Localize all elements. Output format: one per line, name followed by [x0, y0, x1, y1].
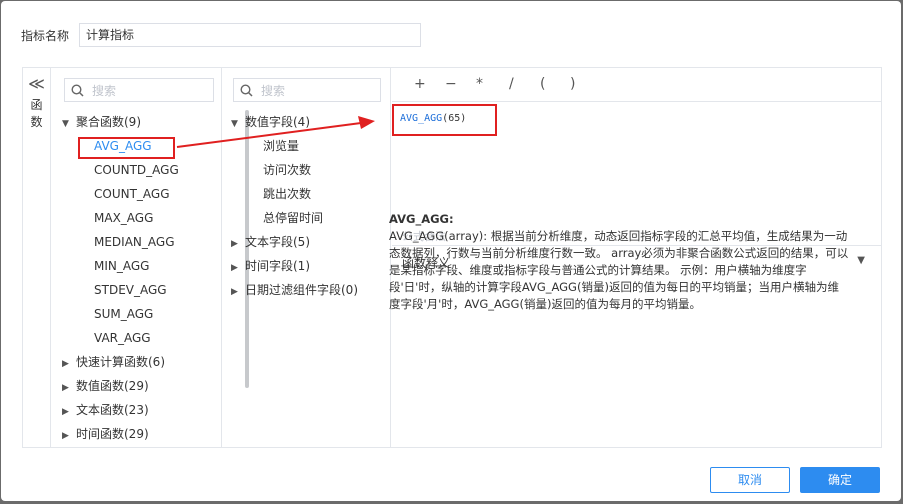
function-item-var-agg[interactable]: VAR_AGG	[94, 326, 151, 350]
selected-function-highlight	[78, 137, 175, 159]
field-list-panel: 搜索 ▼ 数值字段(4) 浏览量 访问次数 跳出次数 总停留时间 ▶ 文本字段(5)…	[223, 68, 391, 447]
function-item-max-agg[interactable]: MAX_AGG	[94, 206, 153, 230]
caret-down-icon: ▼	[231, 119, 238, 129]
field-item-bounces[interactable]: 跳出次数	[263, 182, 311, 206]
function-side-tab[interactable]: ≪ 函 数	[23, 68, 51, 447]
indicator-name-input[interactable]: 计算指标	[79, 23, 421, 47]
operator-toolbar: + − * / ( )	[392, 68, 881, 102]
function-item-stdev-agg[interactable]: STDEV_AGG	[94, 278, 167, 302]
collapse-panel-icon[interactable]: ≪	[23, 74, 50, 93]
calculated-indicator-dialog: 指标名称 计算指标 ≪ 函 数 搜索 ▼ 聚合函数(9) AVG_AGG COUN…	[1, 1, 901, 501]
operator-minus-button[interactable]: −	[445, 76, 457, 92]
indicator-name-label: 指标名称	[21, 28, 70, 43]
caret-down-icon: ▼	[62, 119, 69, 129]
function-item-count-agg[interactable]: COUNT_AGG	[94, 182, 170, 206]
field-group-text[interactable]: ▶ 文本字段(5)	[231, 230, 310, 254]
field-search-input[interactable]: 搜索	[233, 78, 381, 102]
function-item-sum-agg[interactable]: SUM_AGG	[94, 302, 153, 326]
function-item-countd-agg[interactable]: COUNTD_AGG	[94, 158, 179, 182]
function-group-time[interactable]: ▶ 时间函数(29)	[62, 422, 149, 446]
function-description-text: AVG_AGG(array): 根据当前分析维度，动态返回指标字段的汇总平均值，…	[389, 229, 849, 311]
caret-right-icon: ▶	[231, 287, 238, 297]
function-group-quick-calc[interactable]: ▶ 快速计算函数(6)	[62, 350, 165, 374]
function-description-body: AVG_AGG: AVG_AGG(array): 根据当前分析维度，动态返回指标…	[389, 211, 849, 313]
field-search-placeholder: 搜索	[261, 83, 286, 98]
function-item-min-agg[interactable]: MIN_AGG	[94, 254, 149, 278]
field-item-pageviews[interactable]: 浏览量	[263, 134, 299, 158]
cancel-button[interactable]: 取消	[710, 467, 790, 493]
search-icon	[71, 83, 84, 97]
function-group-numeric[interactable]: ▶ 数值函数(29)	[62, 374, 149, 398]
operator-close-paren-button[interactable]: )	[570, 76, 575, 92]
function-item-median-agg[interactable]: MEDIAN_AGG	[94, 230, 175, 254]
function-tab-label-1: 函	[30, 98, 43, 112]
indicator-name-row: 指标名称 计算指标	[21, 23, 421, 47]
function-search-placeholder: 搜索	[92, 83, 117, 98]
function-group-aggregate[interactable]: ▼ 聚合函数(9)	[62, 110, 141, 134]
function-search-input[interactable]: 搜索	[64, 78, 214, 102]
function-tab-label-2: 数	[30, 115, 43, 129]
caret-right-icon: ▶	[62, 359, 69, 369]
ok-button[interactable]: 确定	[800, 467, 880, 493]
search-icon	[240, 83, 253, 97]
caret-right-icon: ▶	[62, 383, 69, 393]
operator-plus-button[interactable]: +	[414, 76, 426, 92]
operator-divide-button[interactable]: /	[509, 76, 514, 92]
field-item-visits[interactable]: 访问次数	[263, 158, 311, 182]
operator-open-paren-button[interactable]: (	[540, 76, 545, 92]
caret-right-icon: ▶	[62, 431, 69, 441]
field-group-numeric[interactable]: ▼ 数值字段(4)	[231, 110, 310, 134]
field-group-time[interactable]: ▶ 时间字段(1)	[231, 254, 310, 278]
field-group-date-filter[interactable]: ▶ 日期过滤组件字段(0)	[231, 278, 358, 302]
formula-expression[interactable]: AVG_AGG(65)	[400, 113, 466, 124]
caret-down-icon[interactable]: ▼	[857, 255, 865, 266]
caret-right-icon: ▶	[62, 407, 69, 417]
field-item-total-stay-time[interactable]: 总停留时间	[263, 206, 323, 230]
caret-right-icon: ▶	[231, 239, 238, 249]
function-group-text[interactable]: ▶ 文本函数(23)	[62, 398, 149, 422]
function-list-panel: 搜索 ▼ 聚合函数(9) AVG_AGG COUNTD_AGG COUNT_AGG…	[52, 68, 249, 447]
function-description-name: AVG_AGG:	[389, 212, 454, 226]
formula-highlight-box: AVG_AGG(65)	[392, 104, 497, 136]
caret-right-icon: ▶	[231, 263, 238, 273]
operator-multiply-button[interactable]: *	[476, 76, 483, 92]
